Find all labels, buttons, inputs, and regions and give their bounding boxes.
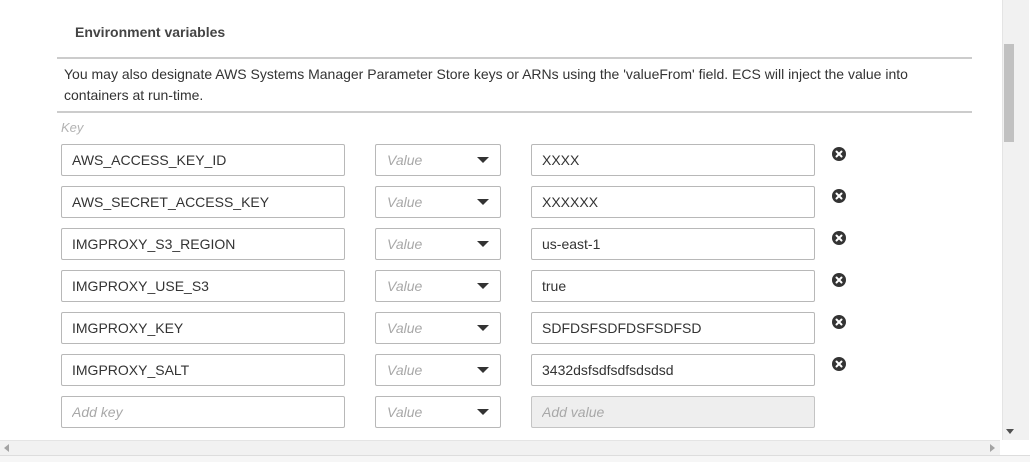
value-type-selected: Value [387,152,423,168]
remove-row-icon[interactable] [832,273,846,287]
value-type-selected: Value [387,278,423,294]
env-key-input[interactable] [61,228,345,260]
env-var-row: Value [0,354,1000,386]
add-key-input[interactable] [61,396,345,428]
env-value-input[interactable] [531,228,815,260]
divider-bottom [57,111,972,113]
value-type-select[interactable]: Value [375,312,501,344]
add-value-input[interactable] [531,396,815,428]
caret-down-icon [477,409,489,415]
env-key-input[interactable] [61,186,345,218]
value-type-selected: Value [387,236,423,252]
caret-down-icon [477,199,489,205]
horizontal-scrollbar[interactable] [0,440,1000,455]
value-type-select[interactable]: Value [375,186,501,218]
env-value-input[interactable] [531,354,815,386]
remove-row-icon[interactable] [832,147,846,161]
new-env-var-row: Value [0,396,1000,428]
env-key-input[interactable] [61,354,345,386]
env-var-row: Value [0,270,1000,302]
env-value-input[interactable] [531,186,815,218]
env-var-row: Value [0,228,1000,260]
value-type-select[interactable]: Value [375,396,501,428]
section-description: You may also designate AWS Systems Manag… [64,66,908,103]
value-type-selected: Value [387,320,423,336]
scroll-left-arrow-icon[interactable] [4,444,9,452]
scroll-down-arrow-icon[interactable] [1006,429,1014,434]
vertical-scrollbar[interactable] [1000,0,1030,440]
value-type-selected: Value [387,404,423,420]
env-key-input[interactable] [61,270,345,302]
env-var-row: Value [0,312,1000,344]
value-type-select[interactable]: Value [375,354,501,386]
env-key-input[interactable] [61,144,345,176]
remove-row-icon[interactable] [832,357,846,371]
value-type-select[interactable]: Value [375,144,501,176]
caret-down-icon [477,325,489,331]
key-column-header: Key [61,120,84,135]
value-type-selected: Value [387,194,423,210]
divider-top [57,57,972,59]
env-value-input[interactable] [531,144,815,176]
scroll-right-arrow-icon[interactable] [990,444,995,452]
env-var-row: Value [0,144,1000,176]
caret-down-icon [477,367,489,373]
env-value-input[interactable] [531,312,815,344]
value-type-select[interactable]: Value [375,270,501,302]
section-title: Environment variables [75,24,226,40]
remove-row-icon[interactable] [832,189,846,203]
remove-row-icon[interactable] [832,315,846,329]
remove-row-icon[interactable] [832,231,846,245]
value-type-selected: Value [387,362,423,378]
value-type-select[interactable]: Value [375,228,501,260]
scrollbar-thumb[interactable] [1004,44,1014,142]
env-value-input[interactable] [531,270,815,302]
caret-down-icon [477,241,489,247]
env-var-row: Value [0,186,1000,218]
caret-down-icon [477,283,489,289]
caret-down-icon [477,157,489,163]
env-key-input[interactable] [61,312,345,344]
